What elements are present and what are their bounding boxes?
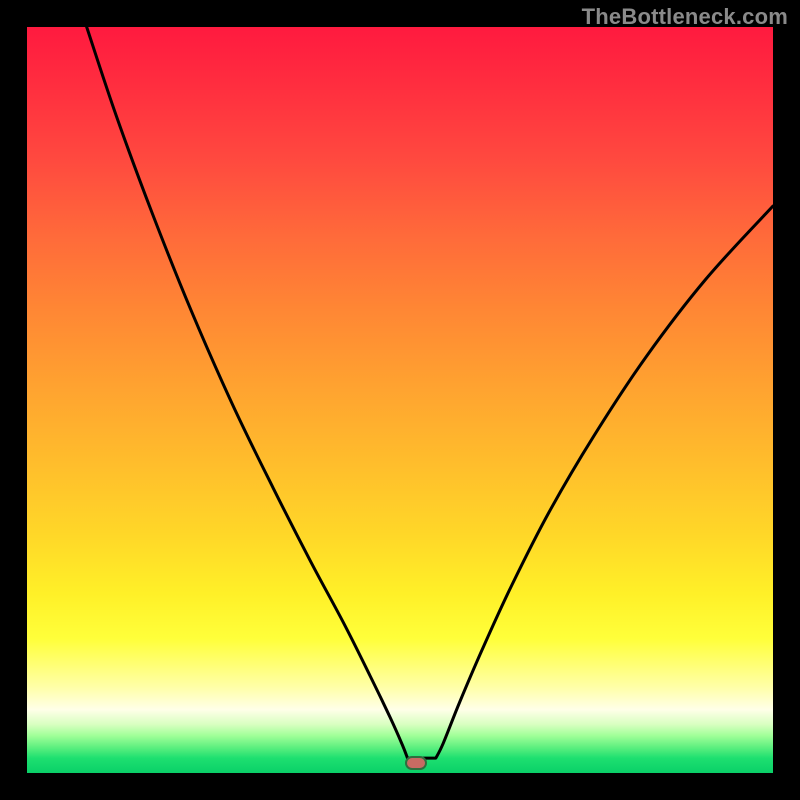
bottleneck-curve bbox=[27, 27, 773, 773]
watermark-text: TheBottleneck.com bbox=[582, 4, 788, 30]
chart-plot-area bbox=[27, 27, 773, 773]
optimal-marker bbox=[405, 756, 427, 770]
